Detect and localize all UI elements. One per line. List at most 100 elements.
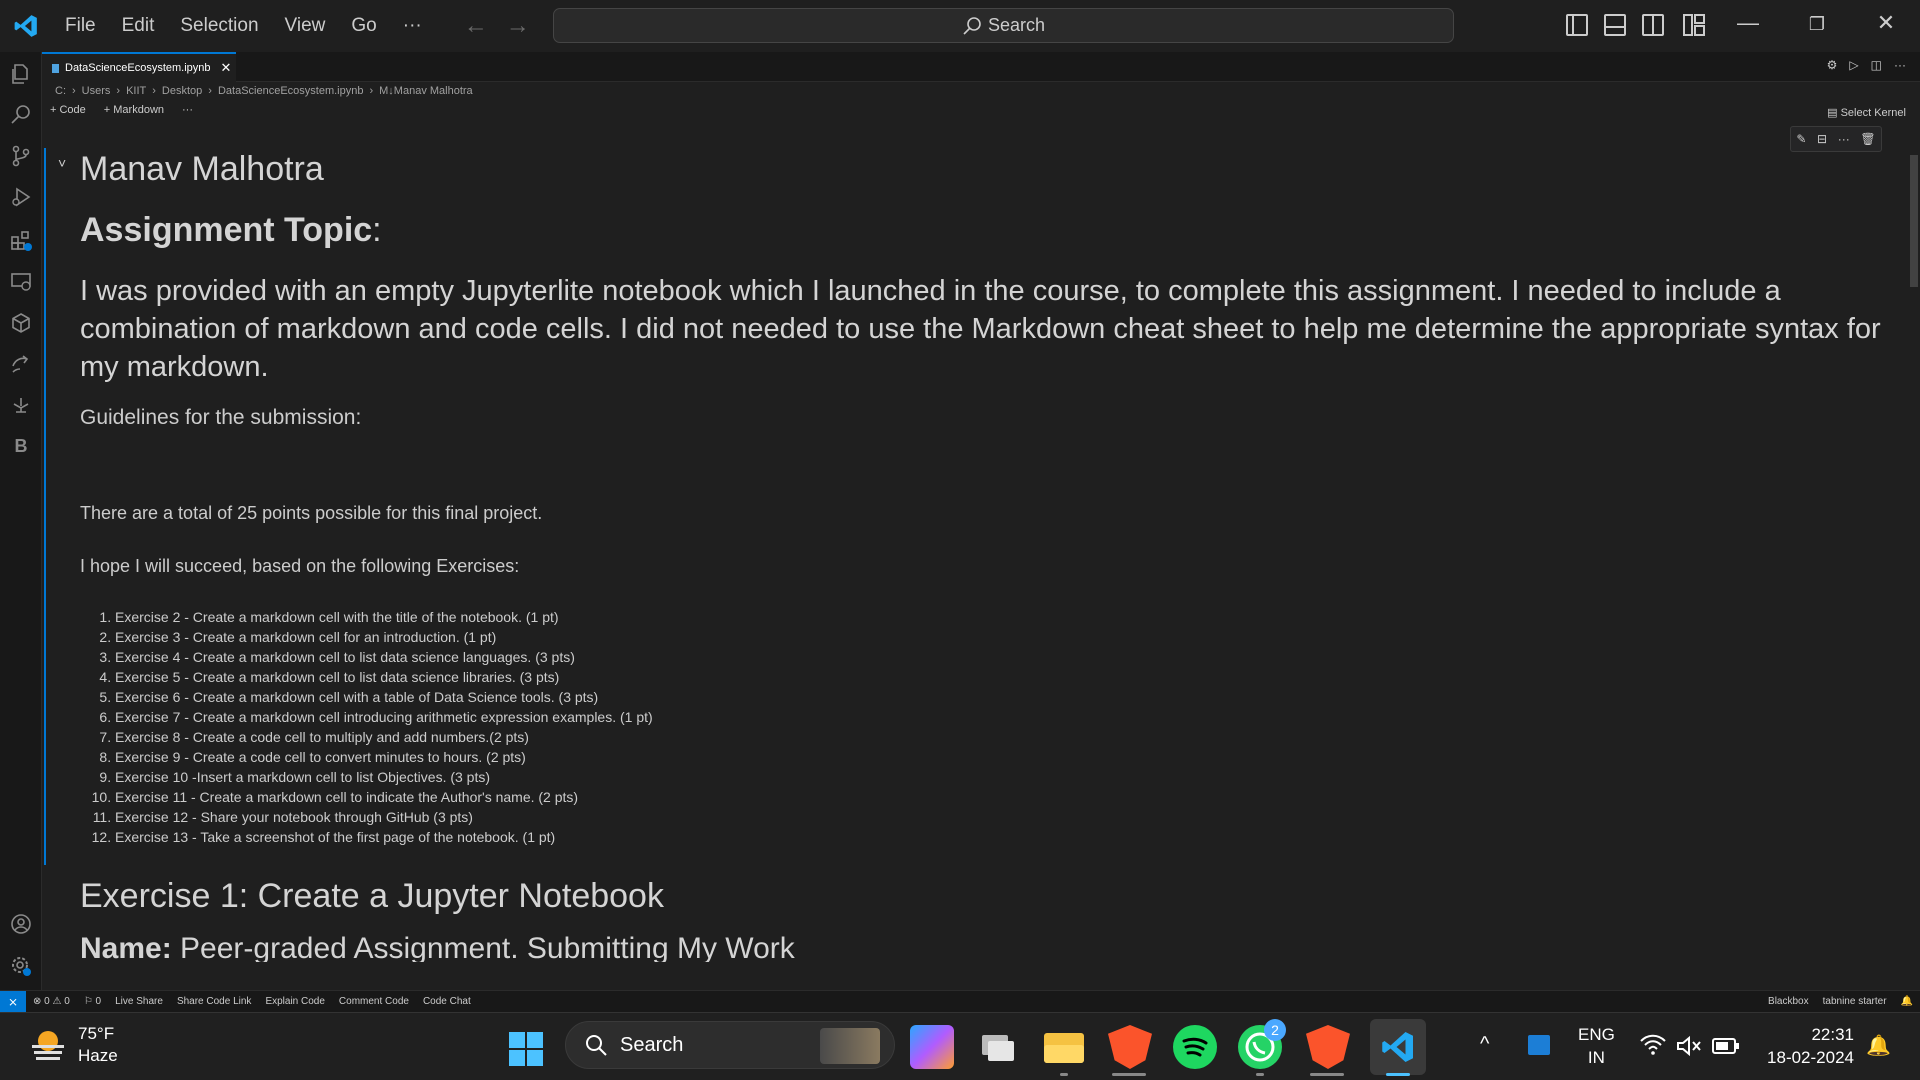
clock-time: 22:31 [1811, 1025, 1854, 1044]
menu-edit[interactable]: Edit [109, 0, 168, 52]
app-running-indicator [1256, 1073, 1264, 1076]
name-rest: Peer-graded Assignment. Submitting My Wo… [171, 932, 795, 962]
split-cell-icon[interactable]: ⊟ [1817, 132, 1827, 146]
cell-more-icon[interactable]: ··· [1838, 132, 1850, 146]
remote-indicator-icon[interactable]: ⨯ [0, 990, 26, 1013]
breadcrumb-kiit[interactable]: KIIT [126, 85, 146, 97]
back-arrow-icon[interactable]: ← [455, 12, 497, 40]
problems-status[interactable]: ⊗ 0 ⚠ 0 [26, 996, 77, 1007]
topic-heading: Assignment Topic: [80, 211, 1910, 250]
search-icon [963, 16, 981, 35]
more-actions-icon[interactable]: ··· [1894, 58, 1906, 72]
breadcrumb-users[interactable]: Users [82, 85, 111, 97]
source-control-icon[interactable] [9, 144, 33, 168]
battery-icon[interactable] [1712, 1037, 1740, 1060]
toolbar-more-button[interactable]: ··· [182, 104, 193, 116]
add-markdown-cell-button[interactable]: + Markdown [104, 104, 164, 116]
add-markdown-label: Markdown [113, 104, 165, 116]
search-icon[interactable] [9, 103, 33, 127]
share-code-link-status[interactable]: Share Code Link [170, 996, 259, 1007]
volume-muted-icon[interactable] [1676, 1035, 1702, 1062]
breadcrumb-desktop[interactable]: Desktop [162, 85, 202, 97]
minimize-icon[interactable]: — [1728, 10, 1768, 36]
chevron-right-icon: › [72, 85, 76, 97]
settings-gear-icon[interactable] [9, 954, 33, 978]
toggle-primary-sidebar-icon[interactable] [1566, 14, 1588, 36]
delete-cell-icon[interactable]: 🗑 [1860, 132, 1875, 146]
explain-code-status[interactable]: Explain Code [258, 996, 331, 1007]
menu-go[interactable]: Go [338, 0, 389, 52]
brave-beta-icon[interactable] [1306, 1025, 1350, 1069]
remote-explorer-icon[interactable] [9, 269, 33, 293]
lang-bottom: IN [1587, 1048, 1605, 1067]
app-running-indicator [1310, 1073, 1344, 1076]
list-item: Exercise 11 - Create a markdown cell to … [115, 787, 1910, 807]
forward-arrow-icon[interactable]: → [497, 12, 539, 40]
notebook-file-icon [52, 63, 59, 73]
wifi-icon[interactable] [1640, 1033, 1666, 1061]
file-explorer-icon[interactable] [1042, 1025, 1086, 1069]
live-share-status[interactable]: Live Share [108, 996, 170, 1007]
menu-more[interactable]: ··· [390, 0, 435, 52]
copilot-app-icon[interactable] [910, 1025, 954, 1069]
chevron-right-icon: › [208, 85, 212, 97]
close-window-icon[interactable]: ✕ [1866, 10, 1906, 36]
menu-view[interactable]: View [272, 0, 339, 52]
tray-app-icon[interactable] [1528, 1035, 1550, 1055]
breadcrumb-cell[interactable]: M↓Manav Malhotra [379, 85, 473, 97]
chevron-right-icon: › [116, 85, 121, 97]
search-highlight-image [820, 1028, 880, 1064]
tab-datascienceecosystem[interactable]: DataScienceEcosystem.ipynb ✕ [42, 52, 236, 82]
list-item: Exercise 5 - Create a markdown cell to l… [115, 667, 1910, 687]
account-icon[interactable] [9, 912, 33, 936]
task-view-icon[interactable] [976, 1025, 1020, 1069]
spotify-icon[interactable] [1173, 1025, 1217, 1069]
close-tab-icon[interactable]: ✕ [221, 60, 232, 76]
editor-tab-bar: DataScienceEcosystem.ipynb ✕ ⚙ ▷ ◫ ··· [42, 52, 1920, 82]
notifications-bell-icon[interactable]: 🔔 [1894, 996, 1920, 1007]
toggle-secondary-sidebar-icon[interactable] [1642, 14, 1664, 36]
blackbox-icon[interactable]: B [9, 436, 33, 460]
plus-icon: + [103, 104, 114, 116]
vscode-taskbar-icon[interactable] [1370, 1019, 1426, 1075]
comment-code-status[interactable]: Comment Code [332, 996, 416, 1007]
select-kernel-button[interactable]: ▤ Select Kernel [1827, 106, 1906, 119]
editor-scrollbar[interactable] [1910, 155, 1918, 287]
taskbar-search[interactable]: Search [565, 1021, 895, 1069]
collapse-chevron-icon[interactable]: ˅ [58, 155, 66, 171]
language-indicator[interactable]: ENG IN [1578, 1023, 1615, 1069]
containers-icon[interactable] [9, 311, 33, 335]
show-hidden-icons-chevron-icon[interactable]: ^ [1480, 1033, 1489, 1056]
add-code-cell-button[interactable]: + Code [50, 104, 86, 116]
code-chat-status[interactable]: Code Chat [416, 996, 478, 1007]
windows-start-icon[interactable] [508, 1031, 544, 1067]
notebook-settings-icon[interactable]: ⚙ [1827, 58, 1838, 72]
run-debug-icon[interactable] [9, 185, 33, 209]
split-editor-icon[interactable]: ◫ [1871, 58, 1882, 72]
ports-status[interactable]: ⚐ 0 [77, 996, 108, 1007]
blackbox-status[interactable]: Blackbox [1761, 996, 1816, 1007]
name-line: Name: Peer-graded Assignment. Submitting… [80, 932, 1910, 962]
brave-browser-icon[interactable] [1108, 1025, 1152, 1069]
ai-assistant-icon[interactable] [9, 394, 33, 418]
explorer-icon[interactable] [9, 62, 33, 86]
extensions-icon[interactable] [9, 228, 33, 252]
notification-bell-icon[interactable]: 🔔 [1866, 1033, 1891, 1058]
menu-selection[interactable]: Selection [167, 0, 271, 52]
run-all-icon[interactable]: ▷ [1849, 58, 1858, 72]
menu-file[interactable]: File [52, 0, 109, 52]
activity-bar: B [0, 52, 42, 990]
edit-cell-icon[interactable]: ✎ [1796, 132, 1806, 146]
live-share-icon[interactable] [9, 352, 33, 376]
breadcrumb-file[interactable]: DataScienceEcosystem.ipynb [218, 85, 364, 97]
toggle-panel-icon[interactable] [1604, 14, 1626, 36]
breadcrumb-drive[interactable]: C: [55, 85, 66, 97]
restore-icon[interactable]: ❐ [1797, 14, 1837, 35]
weather-widget[interactable]: 75°F Haze [28, 1023, 118, 1067]
vscode-logo-icon [0, 0, 52, 52]
system-clock[interactable]: 22:31 18-02-2024 [1762, 1023, 1854, 1069]
tabnine-status[interactable]: tabnine starter [1816, 996, 1894, 1007]
title-bar: File Edit Selection View Go ··· ← → Sear… [0, 0, 1920, 52]
customize-layout-icon[interactable] [1683, 14, 1705, 36]
command-center-search[interactable]: Search [553, 8, 1454, 43]
